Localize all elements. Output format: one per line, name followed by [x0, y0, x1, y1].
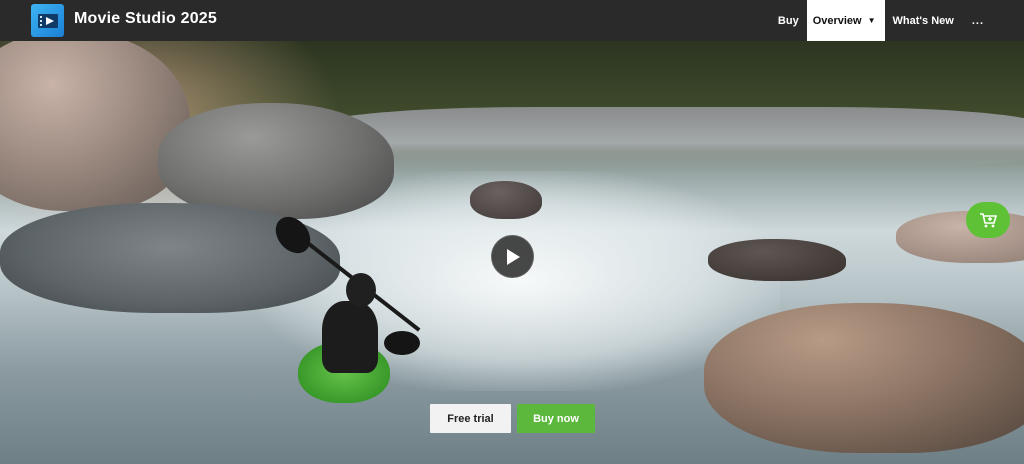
play-icon[interactable]: [491, 235, 534, 278]
boulder-left-large: [0, 41, 190, 211]
kayaker-body: [322, 301, 378, 373]
free-trial-button[interactable]: Free trial: [430, 404, 511, 433]
app-title: Movie Studio 2025: [74, 10, 217, 27]
nav-overview[interactable]: Overview ▼: [806, 0, 885, 41]
nav-buy[interactable]: Buy: [770, 0, 807, 41]
film-play-icon[interactable]: [31, 4, 64, 37]
nav-more[interactable]: ...: [962, 0, 1024, 41]
top-navigation-bar: Movie Studio 2025 Buy Overview ▼ What's …: [0, 0, 1024, 41]
main-nav: Buy Overview ▼ What's New ...: [770, 0, 1024, 41]
distant-rocks: [320, 107, 1024, 167]
paddle-blade-lower: [384, 331, 420, 355]
buy-now-button[interactable]: Buy now: [517, 404, 595, 433]
cart-icon[interactable]: [966, 202, 1010, 238]
nav-whats-new[interactable]: What's New: [885, 0, 962, 41]
boulder-left-medium: [158, 103, 394, 219]
rock-mid-small: [470, 181, 542, 219]
rock-mid-right: [708, 239, 846, 281]
chevron-down-icon: ▼: [867, 16, 876, 25]
boulder-right-large: [704, 303, 1024, 453]
kayaker-helmet: [346, 273, 376, 307]
hero-video-banner: Free trial Buy now: [0, 41, 1024, 464]
nav-overview-label: Overview: [812, 14, 862, 27]
